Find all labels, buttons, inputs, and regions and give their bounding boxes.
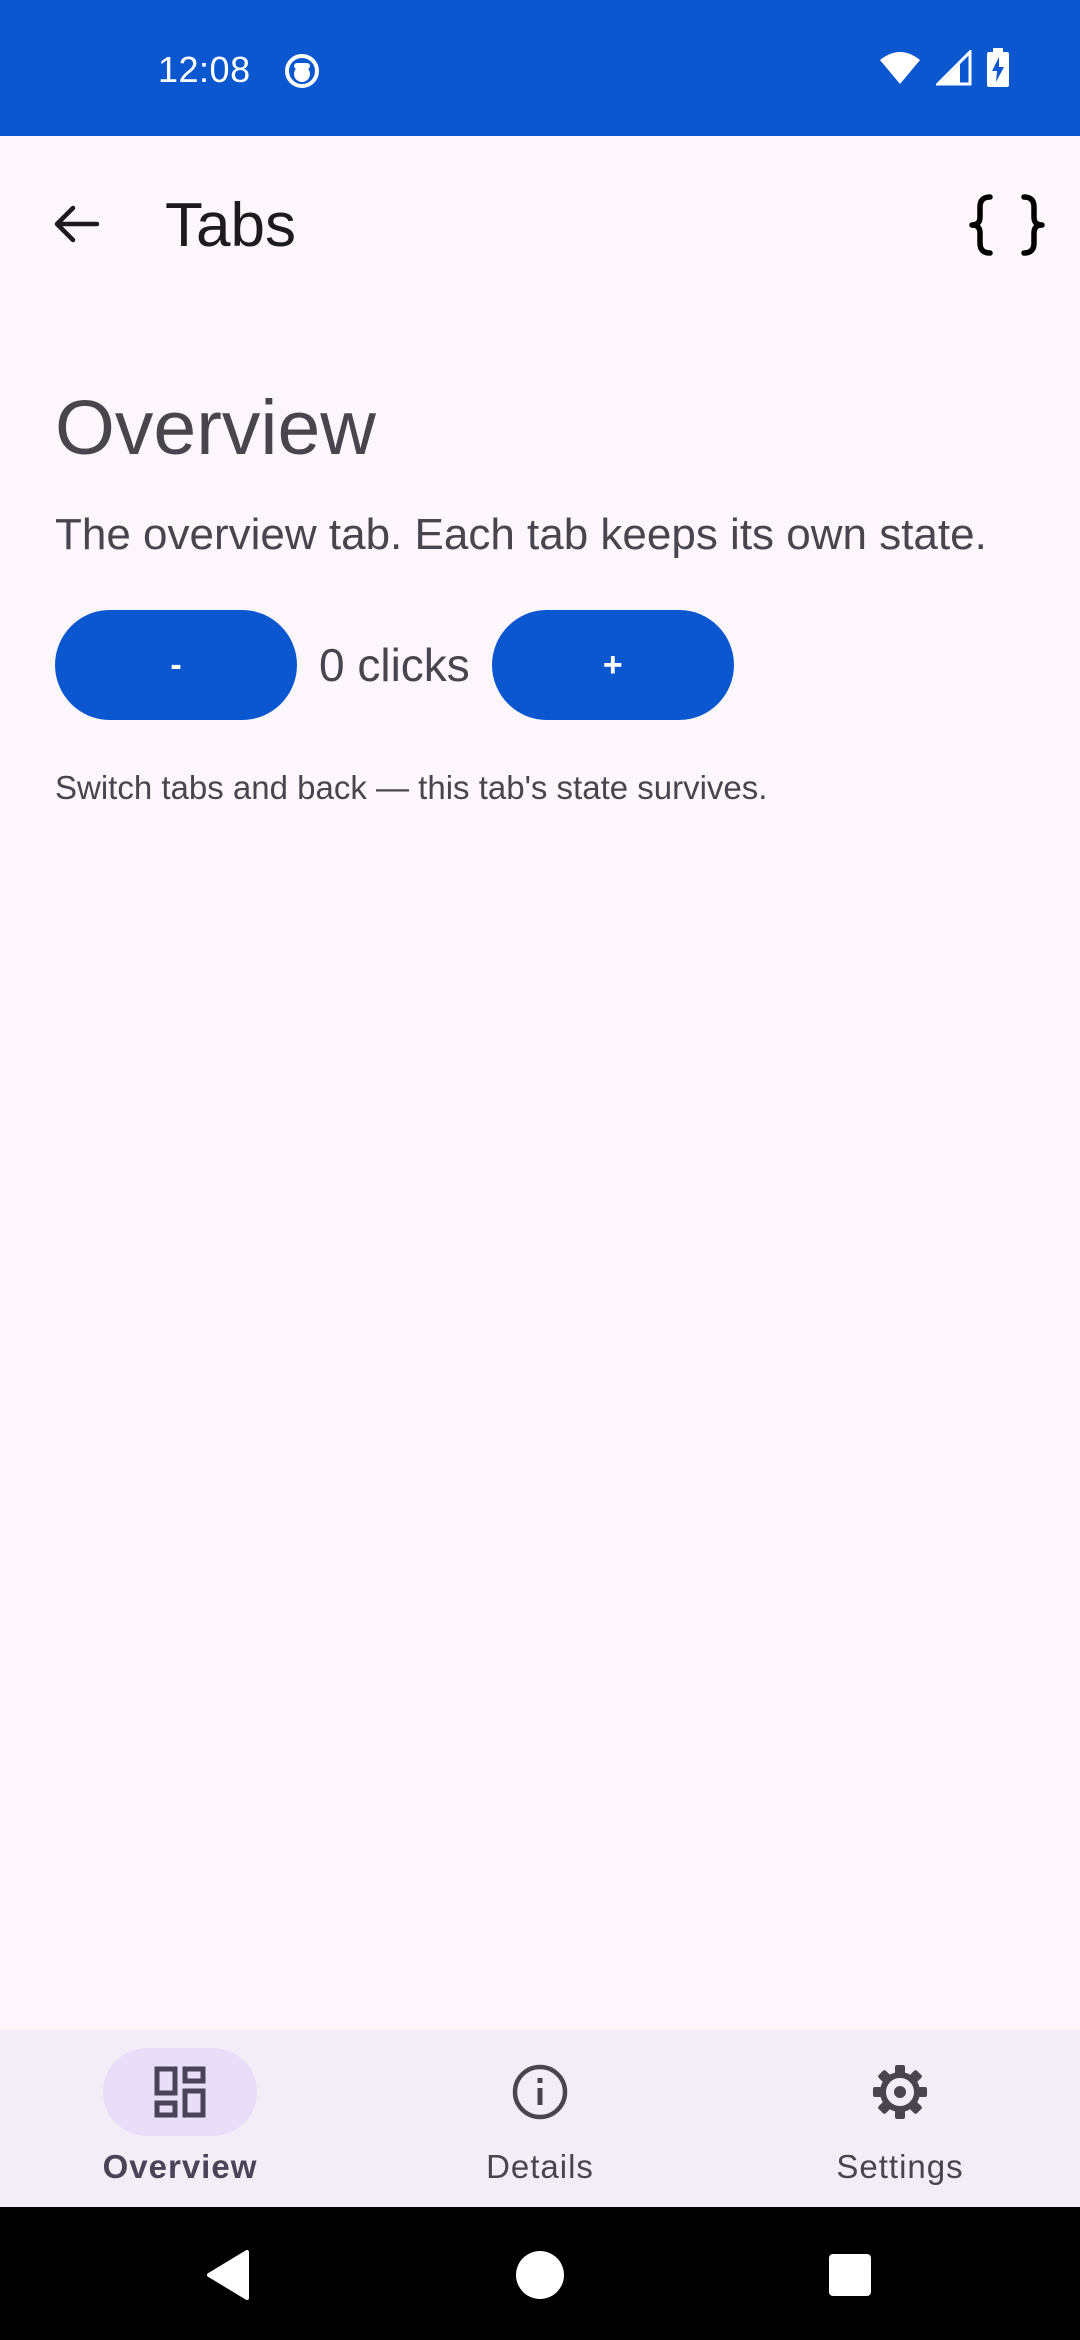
gear-icon bbox=[873, 2065, 927, 2119]
bottom-navigation: Overview Details Settings bbox=[0, 2030, 1080, 2207]
top-app-bar: Tabs bbox=[0, 136, 1080, 312]
click-count: 0 clicks bbox=[319, 639, 470, 691]
nav-icon-container bbox=[823, 2048, 977, 2136]
code-braces-icon bbox=[969, 194, 1045, 256]
nav-label-details: Details bbox=[486, 2148, 594, 2185]
nav-item-overview[interactable]: Overview bbox=[0, 2030, 360, 2207]
recents-square-icon bbox=[829, 2254, 871, 2296]
decrement-button[interactable]: - bbox=[55, 610, 297, 720]
nav-item-details[interactable]: Details bbox=[360, 2030, 720, 2207]
app-screen: 12:08 Tabs Overview The overview tab. Ea… bbox=[0, 0, 1080, 2340]
app-notification-icon bbox=[283, 52, 321, 90]
battery-charging-icon bbox=[986, 47, 1010, 93]
status-time: 12:08 bbox=[158, 49, 251, 90]
nav-label-overview: Overview bbox=[102, 2148, 258, 2185]
system-navigation-bar bbox=[0, 2207, 1080, 2340]
status-bar: 12:08 bbox=[0, 0, 1080, 136]
system-back-button[interactable] bbox=[198, 2245, 258, 2305]
code-view-button[interactable] bbox=[964, 182, 1050, 268]
dashboard-icon bbox=[154, 2066, 206, 2118]
status-icons bbox=[878, 47, 1010, 93]
system-recents-button[interactable] bbox=[820, 2245, 880, 2305]
page-title: Overview bbox=[55, 385, 376, 471]
nav-item-settings[interactable]: Settings bbox=[720, 2030, 1080, 2207]
counter-row: - 0 clicks + bbox=[55, 610, 734, 720]
signal-icon bbox=[934, 47, 972, 91]
nav-active-indicator bbox=[103, 2048, 257, 2136]
info-icon bbox=[512, 2064, 568, 2120]
back-button[interactable] bbox=[38, 186, 114, 262]
app-title: Tabs bbox=[165, 191, 296, 260]
increment-button[interactable]: + bbox=[491, 610, 734, 720]
nav-icon-container bbox=[463, 2048, 617, 2136]
nav-label-settings: Settings bbox=[836, 2148, 964, 2185]
back-triangle-icon bbox=[207, 2250, 249, 2300]
state-hint: Switch tabs and back — this tab's state … bbox=[55, 769, 768, 806]
wifi-icon bbox=[878, 50, 922, 91]
page-description: The overview tab. Each tab keeps its own… bbox=[55, 510, 987, 559]
arrow-back-icon bbox=[54, 205, 100, 243]
home-circle-icon bbox=[516, 2251, 564, 2299]
system-home-button[interactable] bbox=[510, 2245, 570, 2305]
